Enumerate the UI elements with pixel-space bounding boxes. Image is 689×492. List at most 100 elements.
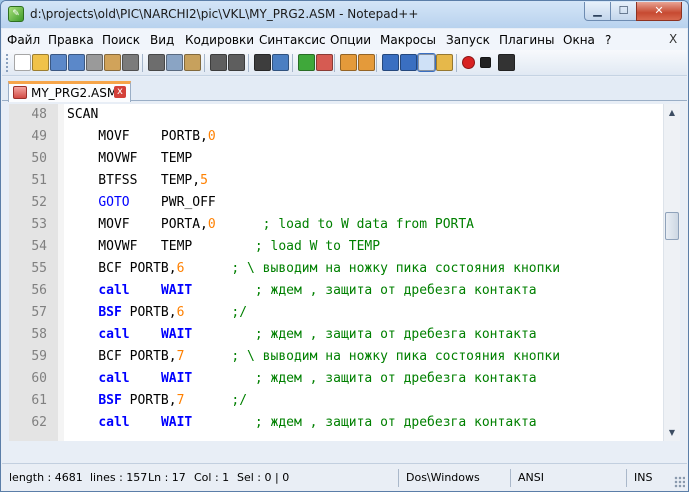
code-line[interactable]: 58 call WAIT ; ждем , защита от дребезга…: [9, 324, 663, 346]
record-macro-icon[interactable]: [462, 56, 475, 69]
new-file-icon[interactable]: [14, 54, 31, 71]
code-token: WAIT: [160, 327, 193, 342]
code-line[interactable]: 62 call WAIT ; ждем , защита от дребезга…: [9, 412, 663, 434]
minimize-button[interactable]: ▁: [584, 2, 611, 21]
toolbar-separator: [334, 54, 335, 72]
doc-map-icon[interactable]: [436, 54, 453, 71]
code-line[interactable]: 50 MOVWF TEMP: [9, 148, 663, 170]
print-icon[interactable]: [122, 54, 139, 71]
status-mode[interactable]: INS: [634, 469, 652, 487]
code-line[interactable]: 48 SCAN: [9, 104, 663, 126]
save-all-icon[interactable]: [68, 54, 85, 71]
toolbar-separator: [292, 54, 293, 72]
sync-v-icon[interactable]: [340, 54, 357, 71]
code-text: BSF PORTB,6 ;/: [67, 302, 247, 324]
menu-search[interactable]: Поиск: [102, 33, 140, 47]
status-divider: [510, 469, 511, 487]
toolbar: [2, 50, 687, 76]
code-line[interactable]: 59 BCF PORTB,7 ; \ выводим на ножку пика…: [9, 346, 663, 368]
status-encoding[interactable]: ANSI: [518, 469, 544, 487]
code-text: call WAIT ; ждем , защита от дребезга ко…: [67, 280, 536, 302]
copy-icon[interactable]: [166, 54, 183, 71]
notepadpp-icon[interactable]: ✎: [8, 6, 24, 22]
wrap-icon[interactable]: [382, 54, 399, 71]
menu-plugins[interactable]: Плагины: [499, 33, 554, 47]
code-editor[interactable]: 48 SCAN 49 MOVF PORTB,0 50 MOVWF TEMP 51 BTF…: [9, 104, 663, 441]
code-token: call: [98, 415, 130, 430]
close-all-icon[interactable]: [104, 54, 121, 71]
find-icon[interactable]: [254, 54, 271, 71]
stop-record-icon[interactable]: [480, 57, 491, 68]
code-line[interactable]: 54 MOVWF TEMP ; load W to TEMP: [9, 236, 663, 258]
status-lines: lines : 157: [90, 471, 148, 484]
code-text: BSF PORTB,7 ;/: [67, 390, 247, 412]
line-number: 51: [31, 173, 47, 188]
code-token: ;/: [184, 305, 248, 320]
sync-h-icon[interactable]: [358, 54, 375, 71]
paste-icon[interactable]: [184, 54, 201, 71]
window-title: d:\projects\old\PIC\NARCHI2\pic\VKL\MY_P…: [30, 7, 419, 21]
code-line[interactable]: 52 GOTO PWR_OFF: [9, 192, 663, 214]
menu-edit[interactable]: Правка: [48, 33, 94, 47]
line-number: 52: [31, 195, 47, 210]
code-token: SCAN: [67, 107, 99, 122]
resize-grip[interactable]: [674, 476, 685, 488]
menu-view[interactable]: Вид: [150, 33, 174, 47]
code-token: ; \ выводим на ножку пика состояния кноп…: [184, 261, 561, 276]
maximize-button[interactable]: ☐: [610, 2, 637, 21]
scroll-thumb[interactable]: [665, 212, 679, 240]
code-text: MOVWF TEMP: [67, 148, 192, 170]
status-eol[interactable]: Dos\Windows: [406, 469, 480, 487]
code-text: SCAN: [67, 104, 98, 126]
line-number: 62: [31, 415, 47, 430]
close-window-button[interactable]: ✕: [636, 2, 682, 21]
menu-options[interactable]: Опции: [330, 33, 371, 47]
toolbar-grip[interactable]: [6, 54, 9, 72]
menu-syntax[interactable]: Синтаксис: [259, 33, 326, 47]
code-token: MOVF PORTA,: [67, 217, 208, 232]
play-macro-icon[interactable]: [498, 54, 515, 71]
cut-icon[interactable]: [148, 54, 165, 71]
zoom-in-icon[interactable]: [298, 54, 315, 71]
code-token: call: [98, 327, 130, 342]
code-text: BCF PORTB,6 ; \ выводим на ножку пика со…: [67, 258, 560, 280]
scroll-down-icon[interactable]: ▼: [664, 424, 680, 441]
menu-run[interactable]: Запуск: [446, 33, 490, 47]
all-chars-icon[interactable]: [400, 54, 417, 71]
save-icon[interactable]: [50, 54, 67, 71]
menu-macros[interactable]: Макросы: [380, 33, 436, 47]
indent-guide-icon[interactable]: [417, 53, 436, 72]
code-line[interactable]: 55 BCF PORTB,6 ; \ выводим на ножку пика…: [9, 258, 663, 280]
redo-icon[interactable]: [228, 54, 245, 71]
code-token: PORTB,: [121, 305, 177, 320]
vertical-scrollbar[interactable]: ▲ ▼: [663, 104, 680, 441]
tab-my-prg2[interactable]: MY_PRG2.ASM x: [8, 81, 131, 102]
code-line[interactable]: 57 BSF PORTB,6 ;/: [9, 302, 663, 324]
menu-help[interactable]: ?: [605, 33, 611, 47]
tab-close-icon[interactable]: x: [114, 86, 126, 98]
code-text: MOVWF TEMP ; load W to TEMP: [67, 236, 380, 258]
menu-file[interactable]: Файл: [7, 33, 40, 47]
scroll-up-icon[interactable]: ▲: [664, 104, 680, 121]
line-number: 55: [31, 261, 47, 276]
code-line[interactable]: 53 MOVF PORTA,0 ; load to W data from PO…: [9, 214, 663, 236]
close-icon[interactable]: [86, 54, 103, 71]
menu-encoding[interactable]: Кодировки: [185, 33, 254, 47]
close-document-button[interactable]: X: [669, 32, 677, 46]
zoom-out-icon[interactable]: [316, 54, 333, 71]
code-line[interactable]: 49 MOVF PORTB,0: [9, 126, 663, 148]
undo-icon[interactable]: [210, 54, 227, 71]
open-file-icon[interactable]: [32, 54, 49, 71]
code-line[interactable]: 61 BSF PORTB,7 ;/: [9, 390, 663, 412]
replace-icon[interactable]: [272, 54, 289, 71]
title-bar[interactable]: ✎ d:\projects\old\PIC\NARCHI2\pic\VKL\MY…: [1, 1, 688, 28]
menu-windows[interactable]: Окна: [563, 33, 595, 47]
code-line[interactable]: 51 BTFSS TEMP,5: [9, 170, 663, 192]
code-line[interactable]: 60 call WAIT ; ждем , защита от дребезга…: [9, 368, 663, 390]
code-line[interactable]: 56 call WAIT ; ждем , защита от дребезга…: [9, 280, 663, 302]
line-number: 54: [31, 239, 47, 254]
line-number: 56: [31, 283, 47, 298]
